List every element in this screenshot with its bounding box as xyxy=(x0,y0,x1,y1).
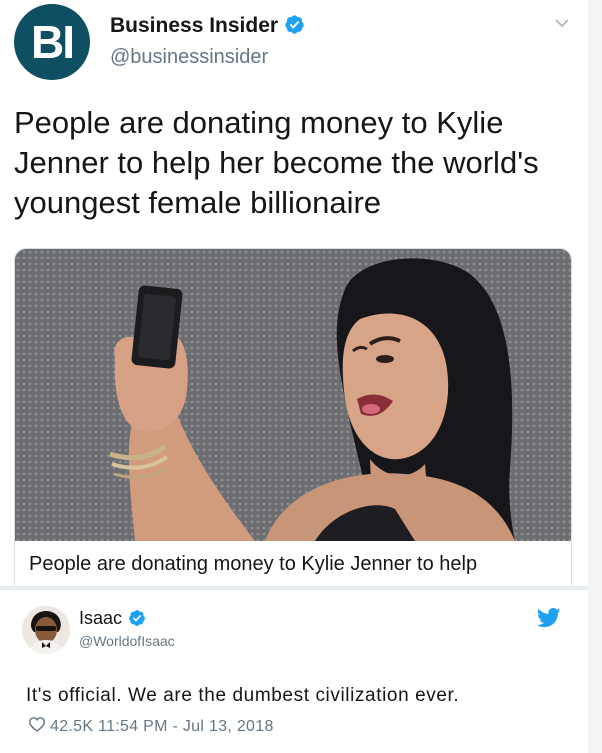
business-insider-avatar[interactable]: BI xyxy=(14,4,90,80)
isaac-tweet: Isaac @WorldofIsaac It's official. We ar… xyxy=(0,590,588,753)
verified-badge-icon xyxy=(128,609,146,632)
card-title: People are donating money to Kylie Jenne… xyxy=(29,553,478,575)
tweet-text: People are donating money to Kylie Jenne… xyxy=(14,105,539,220)
card-image xyxy=(15,249,571,541)
twitter-bird-icon[interactable] xyxy=(536,608,561,633)
author-name[interactable]: Business Insider xyxy=(110,14,305,41)
tweet-meta: 42.5K 11:54 PM - Jul 13, 2018 xyxy=(28,716,274,737)
author-handle[interactable]: @WorldofIsaac xyxy=(79,633,175,649)
author-name-text: Isaac xyxy=(79,608,123,628)
avatar-logo-text: BI xyxy=(31,16,75,68)
chevron-down-icon[interactable] xyxy=(553,14,571,37)
like-count[interactable]: 42.5K xyxy=(50,718,93,736)
business-insider-tweet: BI Business Insider @businessinsider Peo… xyxy=(0,0,588,587)
link-card[interactable]: People are donating money to Kylie Jenne… xyxy=(14,248,572,587)
author-handle[interactable]: @businessinsider xyxy=(110,46,268,69)
scrollbar-track xyxy=(588,0,602,753)
isaac-avatar[interactable] xyxy=(22,606,70,654)
tweet-text: It's official. We are the dumbest civili… xyxy=(26,685,460,706)
author-name[interactable]: Isaac xyxy=(79,608,146,632)
tweet-timestamp[interactable]: 11:54 PM - Jul 13, 2018 xyxy=(98,718,274,736)
heart-icon[interactable] xyxy=(28,716,46,737)
author-name-text: Business Insider xyxy=(110,14,279,37)
verified-badge-icon xyxy=(284,14,305,41)
